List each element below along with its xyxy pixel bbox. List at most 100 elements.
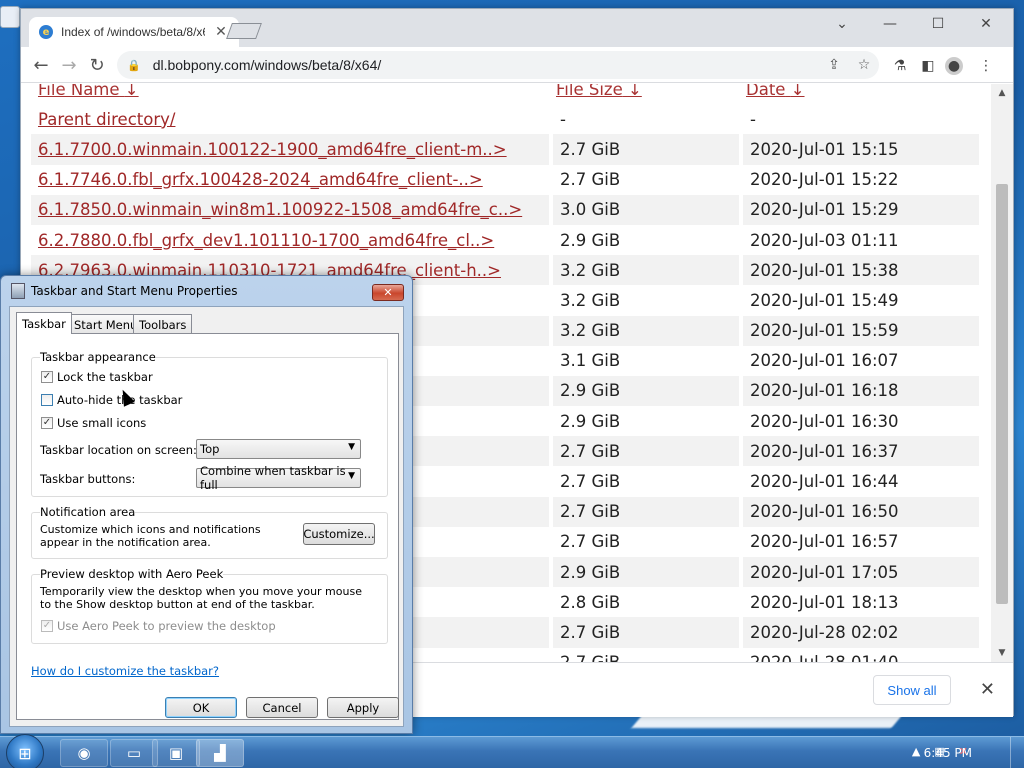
file-size-cell: 2.9 GiB (549, 224, 739, 256)
taskbar-explorer-icon[interactable]: ▭ (110, 739, 158, 767)
file-date-cell: 2020-Jul-01 16:44 (739, 466, 979, 497)
reload-icon[interactable]: ↻ (83, 51, 111, 79)
cancel-button[interactable]: Cancel (246, 697, 318, 718)
dialog-titlebar: Taskbar and Start Menu Properties (11, 283, 238, 299)
file-size-cell: 2.7 GiB (549, 436, 739, 467)
notification-area-group: Notification area Customize which icons … (31, 505, 388, 559)
file-size-cell: 2.7 GiB (549, 164, 739, 195)
dialog-body: Taskbar Start Menu Toolbars Taskbar appe… (9, 306, 404, 727)
windows-taskbar: ⊞ ◉ ▭ ▣ ▟ ▲ ▦ ✕ 6:45 PM (0, 734, 1024, 768)
file-size-cell: 3.2 GiB (549, 315, 739, 346)
file-date-cell: 2020-Jul-01 16:57 (739, 526, 979, 557)
maximize-button[interactable]: ☐ (915, 9, 961, 39)
file-name-cell[interactable]: 6.1.7850.0.winmain_win8m1.100922-1508_am… (31, 194, 549, 225)
file-date-cell: 2020-Jul-01 17:05 (739, 557, 979, 588)
header-file-size[interactable]: File Size ↓ (549, 84, 739, 104)
taskbar-buttons-select[interactable]: Combine when taskbar is full ▼ (196, 464, 361, 492)
lock-icon[interactable]: 🔒 (127, 59, 141, 72)
bookmark-star-icon[interactable]: ☆ (849, 57, 879, 73)
file-name-cell[interactable]: 6.1.7746.0.fbl_grfx.100428-2024_amd64fre… (31, 164, 549, 195)
file-size-cell: 2.9 GiB (549, 557, 739, 588)
file-size-cell: 2.7 GiB (549, 134, 739, 165)
tab-toolbars[interactable]: Toolbars (133, 314, 193, 334)
header-date[interactable]: Date ↓ (739, 84, 979, 104)
file-size-cell: 3.2 GiB (549, 255, 739, 286)
tray-expand-icon[interactable]: ▲ (912, 745, 920, 758)
back-arrow-icon[interactable]: ← (27, 51, 55, 79)
file-size-cell: 2.7 GiB (549, 617, 739, 648)
windows-logo-icon: ⊞ (18, 743, 32, 763)
dropdown-arrow-icon: ▼ (348, 471, 355, 481)
checkbox-checked-icon: ✓ (41, 417, 53, 429)
tab-taskbar[interactable]: Taskbar (16, 312, 72, 334)
taskbar-location-select[interactable]: Top ▼ (196, 439, 361, 459)
forward-arrow-icon[interactable]: → (55, 51, 83, 79)
file-size-cell: 2.7 GiB (549, 526, 739, 557)
file-size-cell: 2.7 GiB (549, 496, 739, 527)
small-icons-checkbox[interactable]: ✓ Use small icons (41, 416, 146, 430)
close-window-button[interactable]: ✕ (963, 9, 1009, 39)
close-download-bar-icon[interactable]: ✕ (980, 679, 995, 700)
ie-favicon-icon: e (39, 25, 53, 39)
dropdown-arrow-icon: ▼ (348, 442, 355, 452)
file-size-cell: 2.9 GiB (549, 375, 739, 407)
tab-search-icon[interactable]: ⌄ (819, 9, 865, 39)
new-tab-button[interactable] (226, 23, 262, 39)
url-text: dl.bobpony.com/windows/beta/8/x64/ (152, 57, 382, 73)
extension-icon[interactable]: ⚗ (891, 57, 909, 75)
help-link[interactable]: How do I customize the taskbar? (31, 664, 219, 678)
file-name-cell[interactable]: 6.2.7880.0.fbl_grfx_dev1.101110-1700_amd… (31, 224, 549, 256)
minimize-button[interactable]: — (867, 9, 913, 39)
table-row: 6.1.7700.0.winmain.100122-1900_amd64fre_… (31, 134, 979, 165)
header-file-name[interactable]: File Name ↓ (31, 84, 549, 104)
page-scrollbar[interactable]: ▲ ▼ (991, 84, 1013, 662)
file-size-cell: 3.2 GiB (549, 285, 739, 316)
show-desktop-button[interactable] (1010, 737, 1024, 768)
lock-taskbar-checkbox[interactable]: ✓ Lock the taskbar (41, 370, 153, 384)
ok-button[interactable]: OK (165, 697, 237, 718)
start-button[interactable]: ⊞ (6, 734, 44, 768)
file-date-cell: 2020-Jul-01 18:13 (739, 587, 979, 618)
scroll-down-icon[interactable]: ▼ (991, 648, 1013, 658)
group-title: Preview desktop with Aero Peek (40, 567, 224, 581)
file-name-cell[interactable]: 6.1.7700.0.winmain.100122-1900_amd64fre_… (31, 134, 549, 165)
file-size-cell: 3.1 GiB (549, 345, 739, 376)
taskbar-properties-window-icon[interactable]: ▟ (196, 739, 244, 767)
taskbar-appearance-group: Taskbar appearance ✓ Lock the taskbar Au… (31, 350, 388, 497)
customize-button[interactable]: Customize... (303, 523, 375, 545)
use-aero-peek-checkbox[interactable]: ✓ Use Aero Peek to preview the desktop (41, 619, 276, 633)
apply-button[interactable]: Apply (327, 697, 399, 718)
file-date-cell: 2020-Jul-01 16:07 (739, 345, 979, 376)
table-row: 6.1.7746.0.fbl_grfx.100428-2024_amd64fre… (31, 164, 979, 195)
scroll-up-icon[interactable]: ▲ (991, 88, 1013, 98)
desktop-icon[interactable] (0, 6, 20, 28)
table-row: Parent directory/- - (31, 104, 979, 135)
dialog-title: Taskbar and Start Menu Properties (31, 284, 238, 298)
tab-strip: e Index of /windows/beta/8/x64/ ✕ ⌄ — ☐ … (21, 9, 1013, 47)
file-date-cell: 2020-Jul-01 15:49 (739, 285, 979, 316)
share-icon[interactable]: ⇪ (819, 57, 849, 73)
file-date-cell: - (739, 104, 979, 135)
profile-avatar-icon[interactable]: ● (945, 57, 963, 75)
file-size-cell: 2.7 GiB (549, 647, 739, 662)
browser-toolbar: ← → ↻ 🔒 dl.bobpony.com/windows/beta/8/x6… (21, 47, 1013, 83)
clock[interactable]: 6:45 PM (924, 746, 972, 760)
taskbar-network-icon[interactable]: ▣ (152, 739, 200, 767)
aero-peek-group: Preview desktop with Aero Peek Temporari… (31, 567, 388, 644)
browser-tab[interactable]: e Index of /windows/beta/8/x64/ ✕ (29, 17, 239, 47)
auto-hide-checkbox[interactable]: Auto-hide the taskbar (41, 393, 182, 407)
file-date-cell: 2020-Jul-01 15:59 (739, 315, 979, 346)
file-date-cell: 2020-Jul-28 02:02 (739, 617, 979, 648)
menu-kebab-icon[interactable]: ⋮ (977, 57, 995, 75)
dialog-close-button[interactable]: ✕ (372, 284, 404, 301)
show-all-button[interactable]: Show all (873, 675, 951, 705)
side-panel-icon[interactable]: ◧ (919, 57, 937, 75)
checkbox-checked-icon: ✓ (41, 371, 53, 383)
aero-peek-description: Temporarily view the desktop when you mo… (40, 585, 362, 611)
address-bar[interactable]: 🔒 dl.bobpony.com/windows/beta/8/x64/ ⇪ ☆ (117, 51, 879, 79)
scrollbar-thumb[interactable] (996, 184, 1008, 604)
tab-title: Index of /windows/beta/8/x64/ (61, 25, 205, 39)
taskbar-tab-panel: Taskbar appearance ✓ Lock the taskbar Au… (16, 333, 399, 720)
file-name-cell[interactable]: Parent directory/ (31, 104, 549, 135)
taskbar-chrome-icon[interactable]: ◉ (60, 739, 108, 767)
